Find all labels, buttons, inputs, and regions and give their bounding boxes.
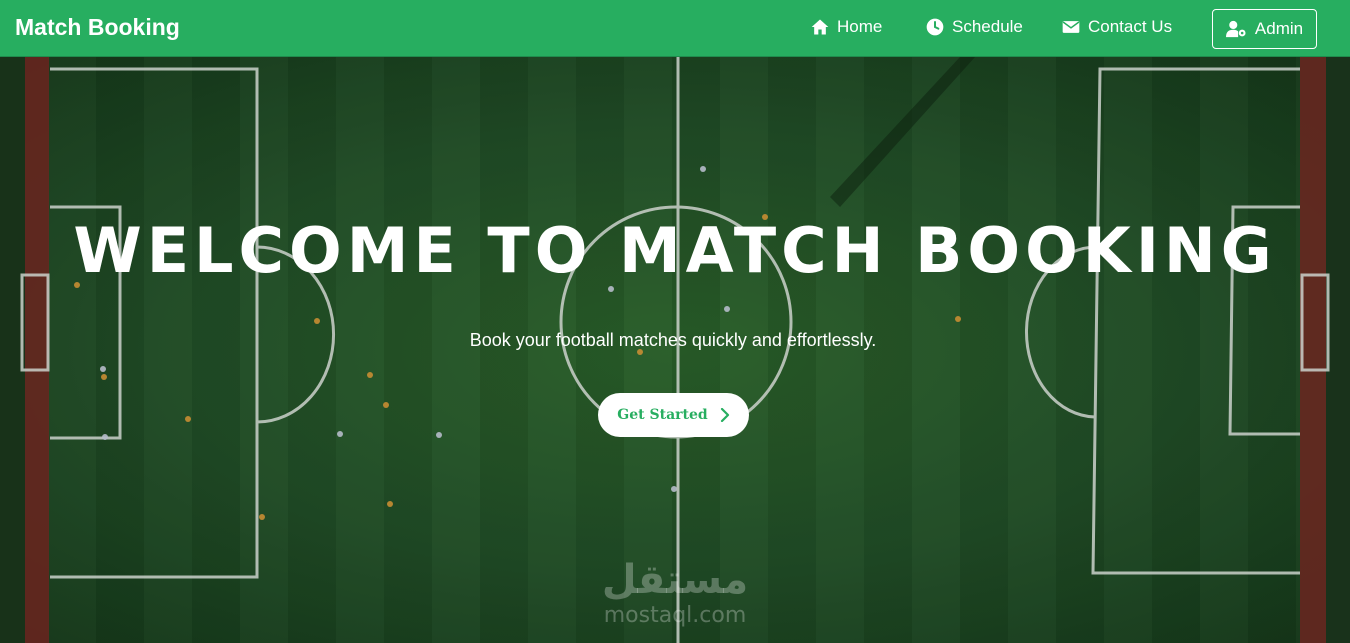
clock-icon — [926, 18, 944, 36]
watermark-arabic: مستقل — [601, 557, 749, 603]
get-started-label: Get Started — [617, 407, 708, 423]
hero-section: WELCOME TO MATCH BOOKING Book your footb… — [0, 57, 1350, 643]
nav-contact[interactable]: Contact Us — [1061, 17, 1172, 37]
watermark-latin: mostaql.com — [603, 603, 747, 628]
envelope-icon — [1062, 21, 1080, 33]
navbar: Match Booking Home Schedule Contact Us A… — [0, 0, 1350, 57]
chevron-right-icon — [720, 408, 729, 422]
admin-button[interactable]: Admin — [1212, 9, 1317, 49]
admin-label: Admin — [1254, 19, 1304, 38]
nav-contact-label: Contact Us — [1088, 17, 1173, 36]
nav-home[interactable]: Home — [810, 17, 882, 37]
get-started-button[interactable]: Get Started — [598, 393, 749, 437]
home-icon — [811, 19, 829, 35]
user-cog-icon — [1225, 20, 1246, 38]
nav-schedule-label: Schedule — [952, 17, 1023, 36]
hero-subtitle: Book your football matches quickly and e… — [469, 330, 877, 350]
nav-home-label: Home — [837, 17, 883, 36]
watermark: مستقل mostaql.com — [590, 557, 760, 629]
nav-schedule[interactable]: Schedule — [925, 17, 1023, 37]
hero-title: WELCOME TO MATCH BOOKING — [73, 214, 1277, 287]
brand-logo[interactable]: Match Booking — [15, 14, 180, 41]
